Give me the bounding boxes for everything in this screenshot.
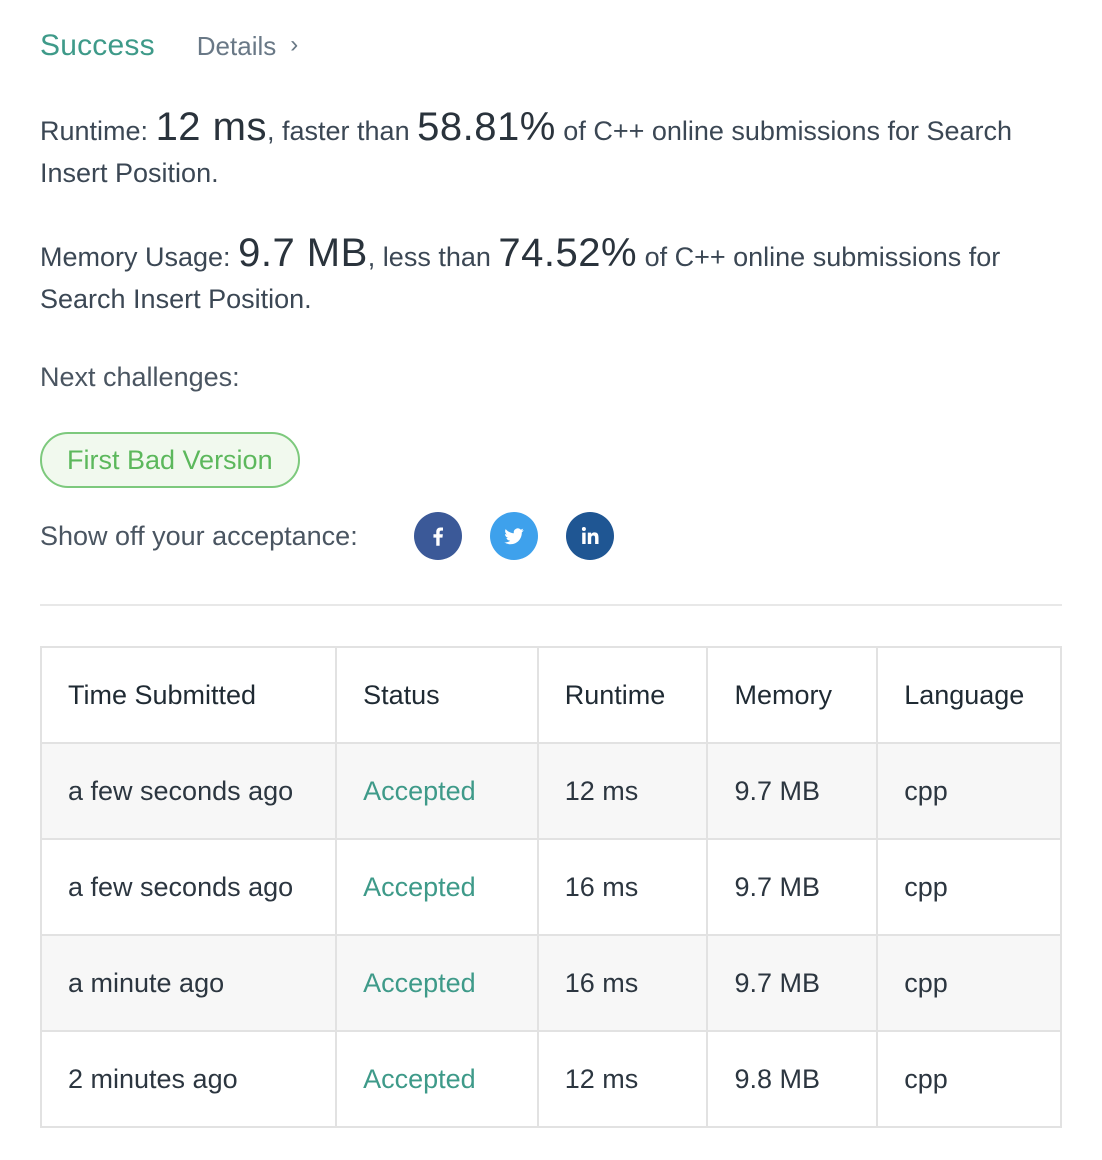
memory-value: 9.7 MB	[238, 231, 368, 275]
column-header-status[interactable]: Status	[335, 646, 539, 744]
details-link-label: Details	[196, 30, 277, 61]
runtime-cell: 12 ms	[536, 742, 709, 840]
column-header-language[interactable]: Language	[876, 646, 1062, 744]
column-header-time-submitted[interactable]: Time Submitted	[39, 646, 338, 744]
language-cell: cpp	[876, 838, 1062, 936]
runtime-cell: 12 ms	[536, 1030, 709, 1128]
submissions-table: Time Submitted Status Runtime Memory Lan…	[39, 646, 1062, 1128]
runtime-cell: 16 ms	[536, 934, 709, 1032]
result-header: Success Details ›	[40, 26, 298, 66]
chevron-right-icon: ›	[290, 31, 299, 58]
language-cell: cpp	[876, 742, 1062, 840]
runtime-mid: , faster than	[267, 116, 410, 146]
time-submitted-cell: a few seconds ago	[39, 742, 338, 840]
time-submitted-cell: a few seconds ago	[39, 838, 338, 936]
linkedin-icon[interactable]	[565, 512, 614, 560]
time-submitted-cell: a minute ago	[39, 934, 338, 1032]
language-cell: cpp	[876, 1030, 1062, 1128]
social-buttons	[413, 512, 642, 560]
next-challenges-label: Next challenges:	[40, 362, 240, 392]
table-header-row: Time Submitted Status Runtime Memory Lan…	[39, 646, 1062, 744]
table-row: a few seconds ago Accepted 16 ms 9.7 MB …	[39, 838, 1062, 936]
runtime-value: 12 ms	[155, 105, 267, 149]
memory-cell: 9.8 MB	[706, 1030, 879, 1128]
section-divider	[40, 604, 1062, 606]
table-row: a few seconds ago Accepted 12 ms 9.7 MB …	[39, 742, 1062, 840]
table-row: 2 minutes ago Accepted 12 ms 9.8 MB cpp	[39, 1030, 1062, 1128]
memory-cell: 9.7 MB	[706, 742, 879, 840]
share-label: Show off your acceptance:	[40, 520, 358, 551]
time-submitted-cell: 2 minutes ago	[39, 1030, 338, 1128]
memory-cell: 9.7 MB	[706, 838, 879, 936]
details-link[interactable]: Details ›	[197, 31, 298, 62]
language-cell: cpp	[876, 934, 1062, 1032]
runtime-percent: 58.81%	[417, 105, 556, 149]
status-link[interactable]: Accepted	[335, 838, 539, 936]
runtime-label: Runtime:	[40, 116, 149, 146]
memory-cell: 9.7 MB	[706, 934, 879, 1032]
status-link[interactable]: Accepted	[335, 1030, 539, 1128]
memory-stat: Memory Usage: 9.7 MB, less than 74.52% o…	[40, 232, 1070, 320]
memory-mid: , less than	[367, 242, 491, 272]
share-row: Show off your acceptance:	[40, 512, 642, 560]
column-header-runtime[interactable]: Runtime	[536, 646, 709, 744]
status-link[interactable]: Accepted	[335, 934, 539, 1032]
challenge-button[interactable]: First Bad Version	[40, 432, 300, 488]
runtime-stat: Runtime: 12 ms, faster than 58.81% of C+…	[40, 106, 1070, 194]
runtime-cell: 16 ms	[536, 838, 709, 936]
table-row: a minute ago Accepted 16 ms 9.7 MB cpp	[39, 934, 1062, 1032]
memory-label: Memory Usage:	[40, 242, 231, 272]
facebook-icon[interactable]	[413, 512, 462, 560]
status-link[interactable]: Accepted	[335, 742, 539, 840]
column-header-memory[interactable]: Memory	[706, 646, 879, 744]
twitter-icon[interactable]	[489, 512, 538, 560]
memory-percent: 74.52%	[498, 231, 638, 275]
result-status: Success	[40, 29, 155, 62]
